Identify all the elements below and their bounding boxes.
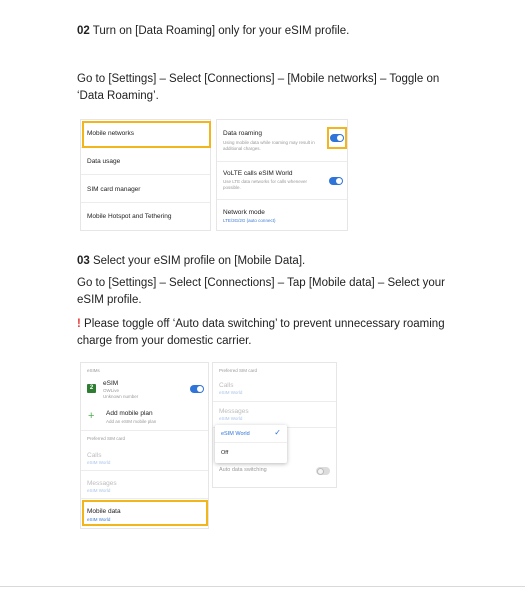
esim-profile-row[interactable]: 2 eSIM OWLive Unknown number: [81, 375, 208, 401]
setting-volte-calls[interactable]: VoLTE calls eSIM World Use LTE data netw…: [217, 162, 347, 200]
screen1-right-settings: Data roaming Using mobile data while roa…: [216, 119, 348, 231]
add-mobile-plan-row[interactable]: + Add mobile plan Add an eSIM mobile pla…: [81, 403, 208, 431]
esim-toggle[interactable]: [190, 385, 204, 393]
sim-card-icon: 2: [87, 384, 96, 393]
step-02-instruction: Go to [Settings] – Select [Connections] …: [77, 73, 440, 102]
step-03-heading: 03 Select your eSIM profile on [Mobile D…: [77, 253, 457, 270]
preferred-sim-header-right: Preferred SIM card: [219, 368, 258, 373]
screen2-left-sim-manager: eSIMs 2 eSIM OWLive Unknown number + Add…: [80, 362, 209, 529]
screen2-right-preferred-sim: Preferred SIM card Calls eSIM World Mess…: [212, 362, 337, 488]
step-03-heading-text: Select your eSIM profile on [Mobile Data…: [89, 255, 306, 267]
step-02-number: 02: [77, 25, 90, 37]
sim-select-popup: eSIM World ✓ Off: [215, 425, 287, 463]
auto-data-switching-row[interactable]: Auto data switching: [213, 463, 336, 483]
page-footer-divider: [0, 586, 525, 587]
volte-toggle[interactable]: [329, 177, 343, 185]
warning-text: Please toggle off ‘Auto data switching’ …: [77, 318, 445, 347]
popup-option-off[interactable]: Off: [215, 443, 287, 463]
step-03-instruction: Go to [Settings] – Select [Connections] …: [77, 277, 445, 306]
data-roaming-toggle[interactable]: [330, 134, 344, 142]
highlight-mobile-networks: [82, 121, 211, 148]
step-03-warning: ! Please toggle off ‘Auto data switching…: [77, 316, 457, 350]
setting-network-mode[interactable]: Network mode LTE/3G/2G (auto connect): [217, 200, 347, 232]
menu-item-data-usage[interactable]: Data usage: [81, 148, 210, 175]
plus-icon: +: [88, 410, 95, 422]
esims-header: eSIMs: [87, 368, 100, 373]
screen1-left-menu: Mobile networks Data usage SIM card mana…: [80, 119, 211, 231]
checkmark-icon: ✓: [274, 428, 281, 437]
step-03-number: 03: [77, 255, 90, 267]
preferred-messages-row[interactable]: Messages eSIM World: [81, 471, 208, 499]
menu-item-mobile-hotspot[interactable]: Mobile Hotspot and Tethering: [81, 203, 210, 231]
step-02-heading-text: Turn on [Data Roaming] only for your eSI…: [89, 25, 350, 37]
menu-item-sim-card-manager[interactable]: SIM card manager: [81, 175, 210, 203]
highlight-mobile-data: [82, 500, 208, 526]
preferred-sim-header: Preferred SIM card: [87, 436, 126, 441]
right-calls-row[interactable]: Calls eSIM World: [213, 375, 336, 402]
popup-option-esim-world[interactable]: eSIM World ✓: [215, 425, 287, 443]
auto-data-switching-toggle[interactable]: [316, 467, 330, 475]
step-02-heading: 02 Turn on [Data Roaming] only for your …: [77, 23, 457, 40]
preferred-calls-row[interactable]: Calls eSIM World: [81, 445, 208, 471]
